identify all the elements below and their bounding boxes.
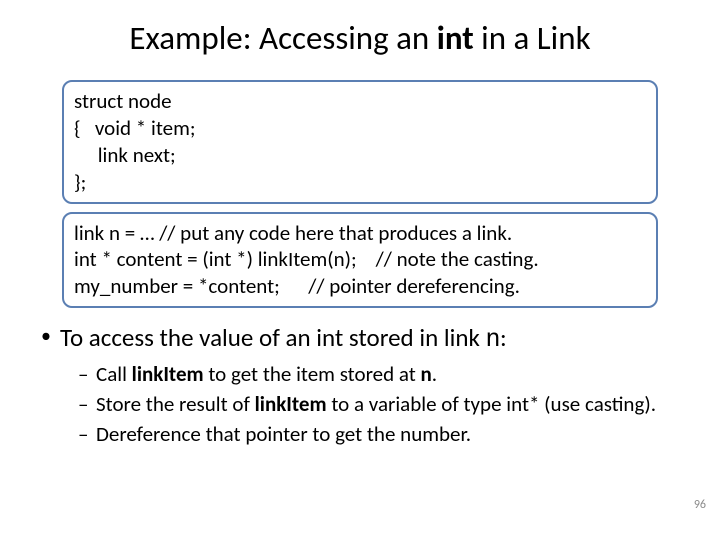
sub-text: . bbox=[432, 361, 437, 387]
code-line: my_number = *content; // pointer derefer… bbox=[74, 273, 646, 300]
dash-icon: – bbox=[78, 361, 96, 388]
code-line: }; bbox=[74, 169, 646, 196]
code-line: struct node bbox=[74, 88, 646, 115]
main-bullet-mono: n bbox=[486, 325, 501, 354]
code-box-usage: link n = … // put any code here that pro… bbox=[62, 212, 658, 309]
main-bullet-text: To access the value of an int stored in … bbox=[60, 322, 507, 355]
code-line: { void * item; bbox=[74, 115, 646, 142]
page-number: 96 bbox=[694, 498, 706, 512]
bullet-dot-icon: • bbox=[32, 322, 60, 350]
main-bullet-pre: To access the value of an int stored in … bbox=[60, 322, 486, 353]
sub-bullet-list: – Call linkItem to get the item stored a… bbox=[78, 361, 688, 448]
title-bold: int bbox=[437, 18, 474, 58]
code-line: link n = … // put any code here that pro… bbox=[74, 220, 646, 247]
sub-bullet-text: Store the result of linkItem to a variab… bbox=[96, 391, 656, 418]
sub-text: Call bbox=[96, 361, 132, 387]
sub-text: Store the result of bbox=[96, 391, 255, 417]
slide-title: Example: Accessing an int in a Link bbox=[0, 0, 720, 72]
dash-icon: – bbox=[78, 391, 96, 418]
code-line: int * content = (int *) linkItem(n); // … bbox=[74, 246, 646, 273]
sub-bold: linkItem bbox=[255, 391, 327, 417]
title-post: in a Link bbox=[474, 18, 591, 58]
dash-icon: – bbox=[78, 421, 96, 448]
bullet-list: • To access the value of an int stored i… bbox=[32, 322, 688, 448]
sub-text: Dereference that pointer to get the numb… bbox=[96, 421, 471, 447]
main-bullet-post: : bbox=[500, 322, 507, 353]
sub-bullet-item: – Store the result of linkItem to a vari… bbox=[78, 391, 688, 418]
sub-text: to get the item stored at bbox=[204, 361, 421, 387]
sub-bullet-item: – Dereference that pointer to get the nu… bbox=[78, 421, 688, 448]
sub-bold: n bbox=[421, 361, 432, 387]
sub-bold: linkItem bbox=[132, 361, 204, 387]
code-box-struct: struct node { void * item; link next; }; bbox=[62, 80, 658, 204]
main-bullet: • To access the value of an int stored i… bbox=[32, 322, 688, 355]
sub-bullet-text: Call linkItem to get the item stored at … bbox=[96, 361, 437, 388]
title-pre: Example: Accessing an bbox=[129, 18, 436, 58]
sub-bullet-text: Dereference that pointer to get the numb… bbox=[96, 421, 471, 448]
sub-bullet-item: – Call linkItem to get the item stored a… bbox=[78, 361, 688, 388]
sub-text: to a variable of type int* (use casting)… bbox=[327, 391, 656, 417]
code-line: link next; bbox=[74, 142, 646, 169]
